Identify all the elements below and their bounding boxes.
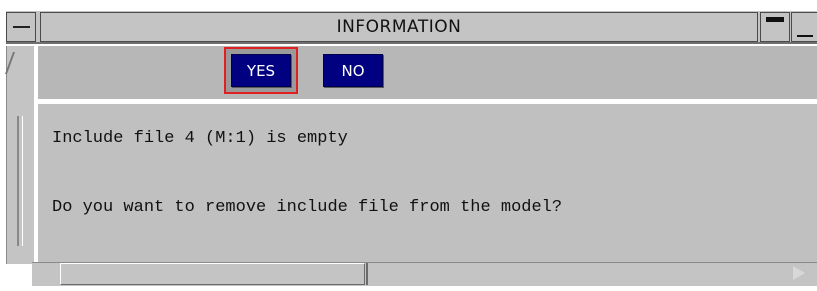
scrollbar-track-remaining[interactable] — [366, 263, 791, 285]
frame-bevel-line — [17, 116, 23, 246]
left-frame-edge — [4, 46, 36, 264]
scroll-right-arrow-icon[interactable] — [793, 266, 805, 280]
message-line-question: Do you want to remove include file from … — [52, 198, 563, 217]
scrollbar-thumb[interactable] — [60, 263, 365, 285]
minimize-button[interactable] — [791, 12, 817, 42]
button-bar — [38, 46, 817, 102]
no-button[interactable]: NO — [323, 54, 383, 87]
window-menu-icon — [13, 26, 30, 28]
yes-button[interactable]: YES — [231, 54, 291, 87]
message-area: Include file 4 (M:1) is empty Do you wan… — [38, 104, 817, 262]
minimize-icon — [797, 35, 813, 37]
window-title: INFORMATION — [40, 12, 758, 42]
message-line-empty-file: Include file 4 (M:1) is empty — [52, 129, 348, 148]
information-dialog: INFORMATION YES NO Include file 4 (M:1) … — [0, 0, 817, 291]
window-menu-button[interactable] — [6, 12, 36, 42]
maximize-icon — [766, 17, 784, 22]
frame-corner-mark — [4, 52, 16, 74]
maximize-button[interactable] — [760, 12, 790, 42]
